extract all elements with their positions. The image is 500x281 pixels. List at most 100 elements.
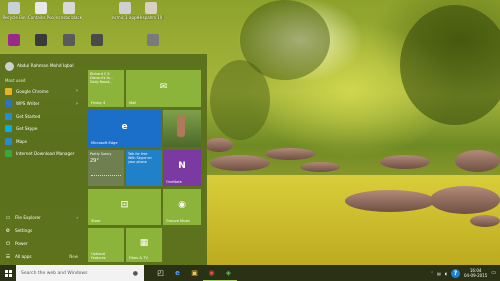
app-get-skype[interactable]: Get Skype <box>0 123 86 136</box>
avatar <box>5 61 14 71</box>
get-started-icon <box>5 112 12 120</box>
microphone-icon[interactable]: ● <box>133 270 138 277</box>
system-tray: ˄ ▤ ◖ ? 16:04 04-09-2015 ▭ <box>431 265 500 281</box>
store-bag-icon: ⊡ <box>120 200 129 211</box>
clock-date: 04-09-2015 <box>464 273 488 278</box>
taskbar-app[interactable]: ◈ <box>220 265 237 281</box>
app-google-chrome[interactable]: Google Chrome › <box>0 85 86 98</box>
desktop-icon-label: Recycle Bin <box>2 15 26 20</box>
idm-icon <box>5 150 12 158</box>
user-name: Abdul Rahman Mohd Iqbal <box>17 63 74 69</box>
app-maps[interactable]: Maps <box>0 135 86 148</box>
app-label: Google Chrome <box>16 88 49 94</box>
recycle-bin-icon <box>8 2 20 14</box>
folder-icon <box>35 2 47 14</box>
tile-films-tv[interactable]: ▦ Films & TV <box>126 228 162 262</box>
films-label: Films & TV <box>129 256 148 260</box>
list-icon: ☰ <box>5 253 11 260</box>
app-icon <box>91 34 103 46</box>
search-placeholder: Search the web and Windows <box>21 270 88 276</box>
tile-weather[interactable]: Partly Sunny 29° <box>88 150 124 186</box>
gear-icon: ⚙ <box>5 227 11 234</box>
person-photo-icon <box>177 115 185 137</box>
taskbar-chrome[interactable]: ◉ <box>203 265 220 281</box>
app-label: Maps <box>16 138 28 144</box>
desktop-icon-label: Contains Pool 1 <box>28 15 54 20</box>
desktop-icon-3[interactable]: ncnsbc black apps <box>56 2 82 20</box>
weather-temperature: 29° <box>90 158 99 164</box>
chevron-right-icon[interactable]: › <box>76 215 78 220</box>
tile-microsoft-edge[interactable]: e Microsoft Edge <box>88 110 161 147</box>
tile-store[interactable]: ⊡ Store <box>88 189 161 225</box>
tile-skype[interactable]: Talk for free With Skype on your phone <box>126 150 162 186</box>
tile-optional-features[interactable]: Optional Features <box>88 228 124 262</box>
app-icon <box>8 34 20 46</box>
tile-mail-preview[interactable]: Richard C S Discord's fo... Daily Boost.… <box>88 70 124 107</box>
desktop-icon-2[interactable]: Contains Pool 1 <box>28 2 54 20</box>
desktop-icon-7[interactable] <box>28 34 54 47</box>
desktop-icon-9[interactable] <box>84 34 110 47</box>
start-menu: Abdul Rahman Mohd Iqbal Most used Google… <box>0 54 207 265</box>
tile-onenote[interactable]: N OneNote <box>163 150 201 186</box>
mail-icon: ✉ <box>159 81 168 92</box>
desktop-icon-4[interactable]: ncmic 1 apps <box>112 2 138 20</box>
app-icon <box>35 34 47 46</box>
chevron-right-icon[interactable]: › <box>76 101 78 107</box>
file-explorer-button[interactable]: ▭ File Explorer › <box>0 211 86 224</box>
edge-label: Microsoft Edge <box>91 141 118 145</box>
network-icon[interactable]: ▤ <box>437 271 441 276</box>
taskbar-file-explorer[interactable]: ▣ <box>186 265 203 281</box>
desktop-icon-6[interactable] <box>1 34 27 47</box>
groove-label: Groove Music <box>166 219 191 223</box>
edge-icon: e <box>175 269 180 277</box>
film-icon: ▦ <box>139 238 149 249</box>
search-box[interactable]: Search the web and Windows ● <box>16 265 144 281</box>
tile-photos[interactable] <box>163 110 201 147</box>
clock[interactable]: 16:04 04-09-2015 <box>464 268 487 278</box>
task-view-button[interactable]: ◰ <box>152 265 169 281</box>
tile-mail[interactable]: ✉ Mail <box>126 70 201 107</box>
chevron-right-icon[interactable]: › <box>76 88 78 94</box>
most-used-heading: Most used <box>5 78 26 83</box>
mail-label: Mail <box>129 101 137 105</box>
skype-icon <box>5 125 12 133</box>
file-icon <box>145 2 157 14</box>
chrome-icon <box>5 87 12 95</box>
desktop-icon-5[interactable]: Hrspahrs 10 Guids <box>138 2 164 20</box>
chevron-up-icon[interactable]: ˄ <box>431 271 433 276</box>
start-left-column: Abdul Rahman Mohd Iqbal Most used Google… <box>0 54 86 265</box>
app-internet-download-manager[interactable]: Internet Download Manager <box>0 148 86 161</box>
taskbar-edge[interactable]: e <box>169 265 186 281</box>
groove-music-icon: ◉ <box>178 200 186 211</box>
taskbar: Search the web and Windows ● ◰ e ▣ ◉ ◈ ˄… <box>0 265 500 281</box>
start-button[interactable] <box>0 265 16 281</box>
help-icon[interactable]: ? <box>451 268 461 278</box>
mail-day-label: Friday 4 <box>91 101 106 105</box>
wps-writer-icon <box>5 100 12 108</box>
desktop-icon-10[interactable] <box>140 34 166 47</box>
optional-features-label: Optional Features <box>91 252 106 260</box>
edge-icon: e <box>121 121 128 132</box>
app-label: WPS Writer <box>16 101 40 107</box>
onenote-label: OneNote <box>166 180 182 184</box>
folder-icon: ▭ <box>5 214 11 221</box>
folder-icon: ▣ <box>191 269 198 277</box>
mail-preview-text: Richard C S Discord's fo... Daily Boost.… <box>90 72 113 85</box>
notifications-icon[interactable]: ▭ <box>491 270 496 276</box>
all-apps-button[interactable]: ☰ All apps New <box>0 250 86 263</box>
tile-groove-music[interactable]: ◉ Groove Music <box>163 189 201 225</box>
most-used-list: Google Chrome › WPS Writer › Get Started… <box>0 85 86 160</box>
weather-condition: Partly Sunny <box>90 152 112 156</box>
task-view-icon: ◰ <box>157 269 164 277</box>
desktop-icon-recycle-bin[interactable]: Recycle Bin <box>1 2 27 20</box>
user-account[interactable]: Abdul Rahman Mohd Iqbal <box>5 61 74 71</box>
app-wps-writer[interactable]: WPS Writer › <box>0 98 86 111</box>
power-button[interactable]: ⏻ Power <box>0 237 86 250</box>
settings-button[interactable]: ⚙ Settings <box>0 224 86 237</box>
volume-icon[interactable]: ◖ <box>445 271 447 276</box>
onenote-icon: N <box>178 161 186 172</box>
desktop-icon-8[interactable] <box>56 34 82 47</box>
skype-preview-text: Talk for free With Skype on your phone <box>128 152 152 165</box>
file-icon <box>119 2 131 14</box>
app-get-started[interactable]: Get Started <box>0 110 86 123</box>
